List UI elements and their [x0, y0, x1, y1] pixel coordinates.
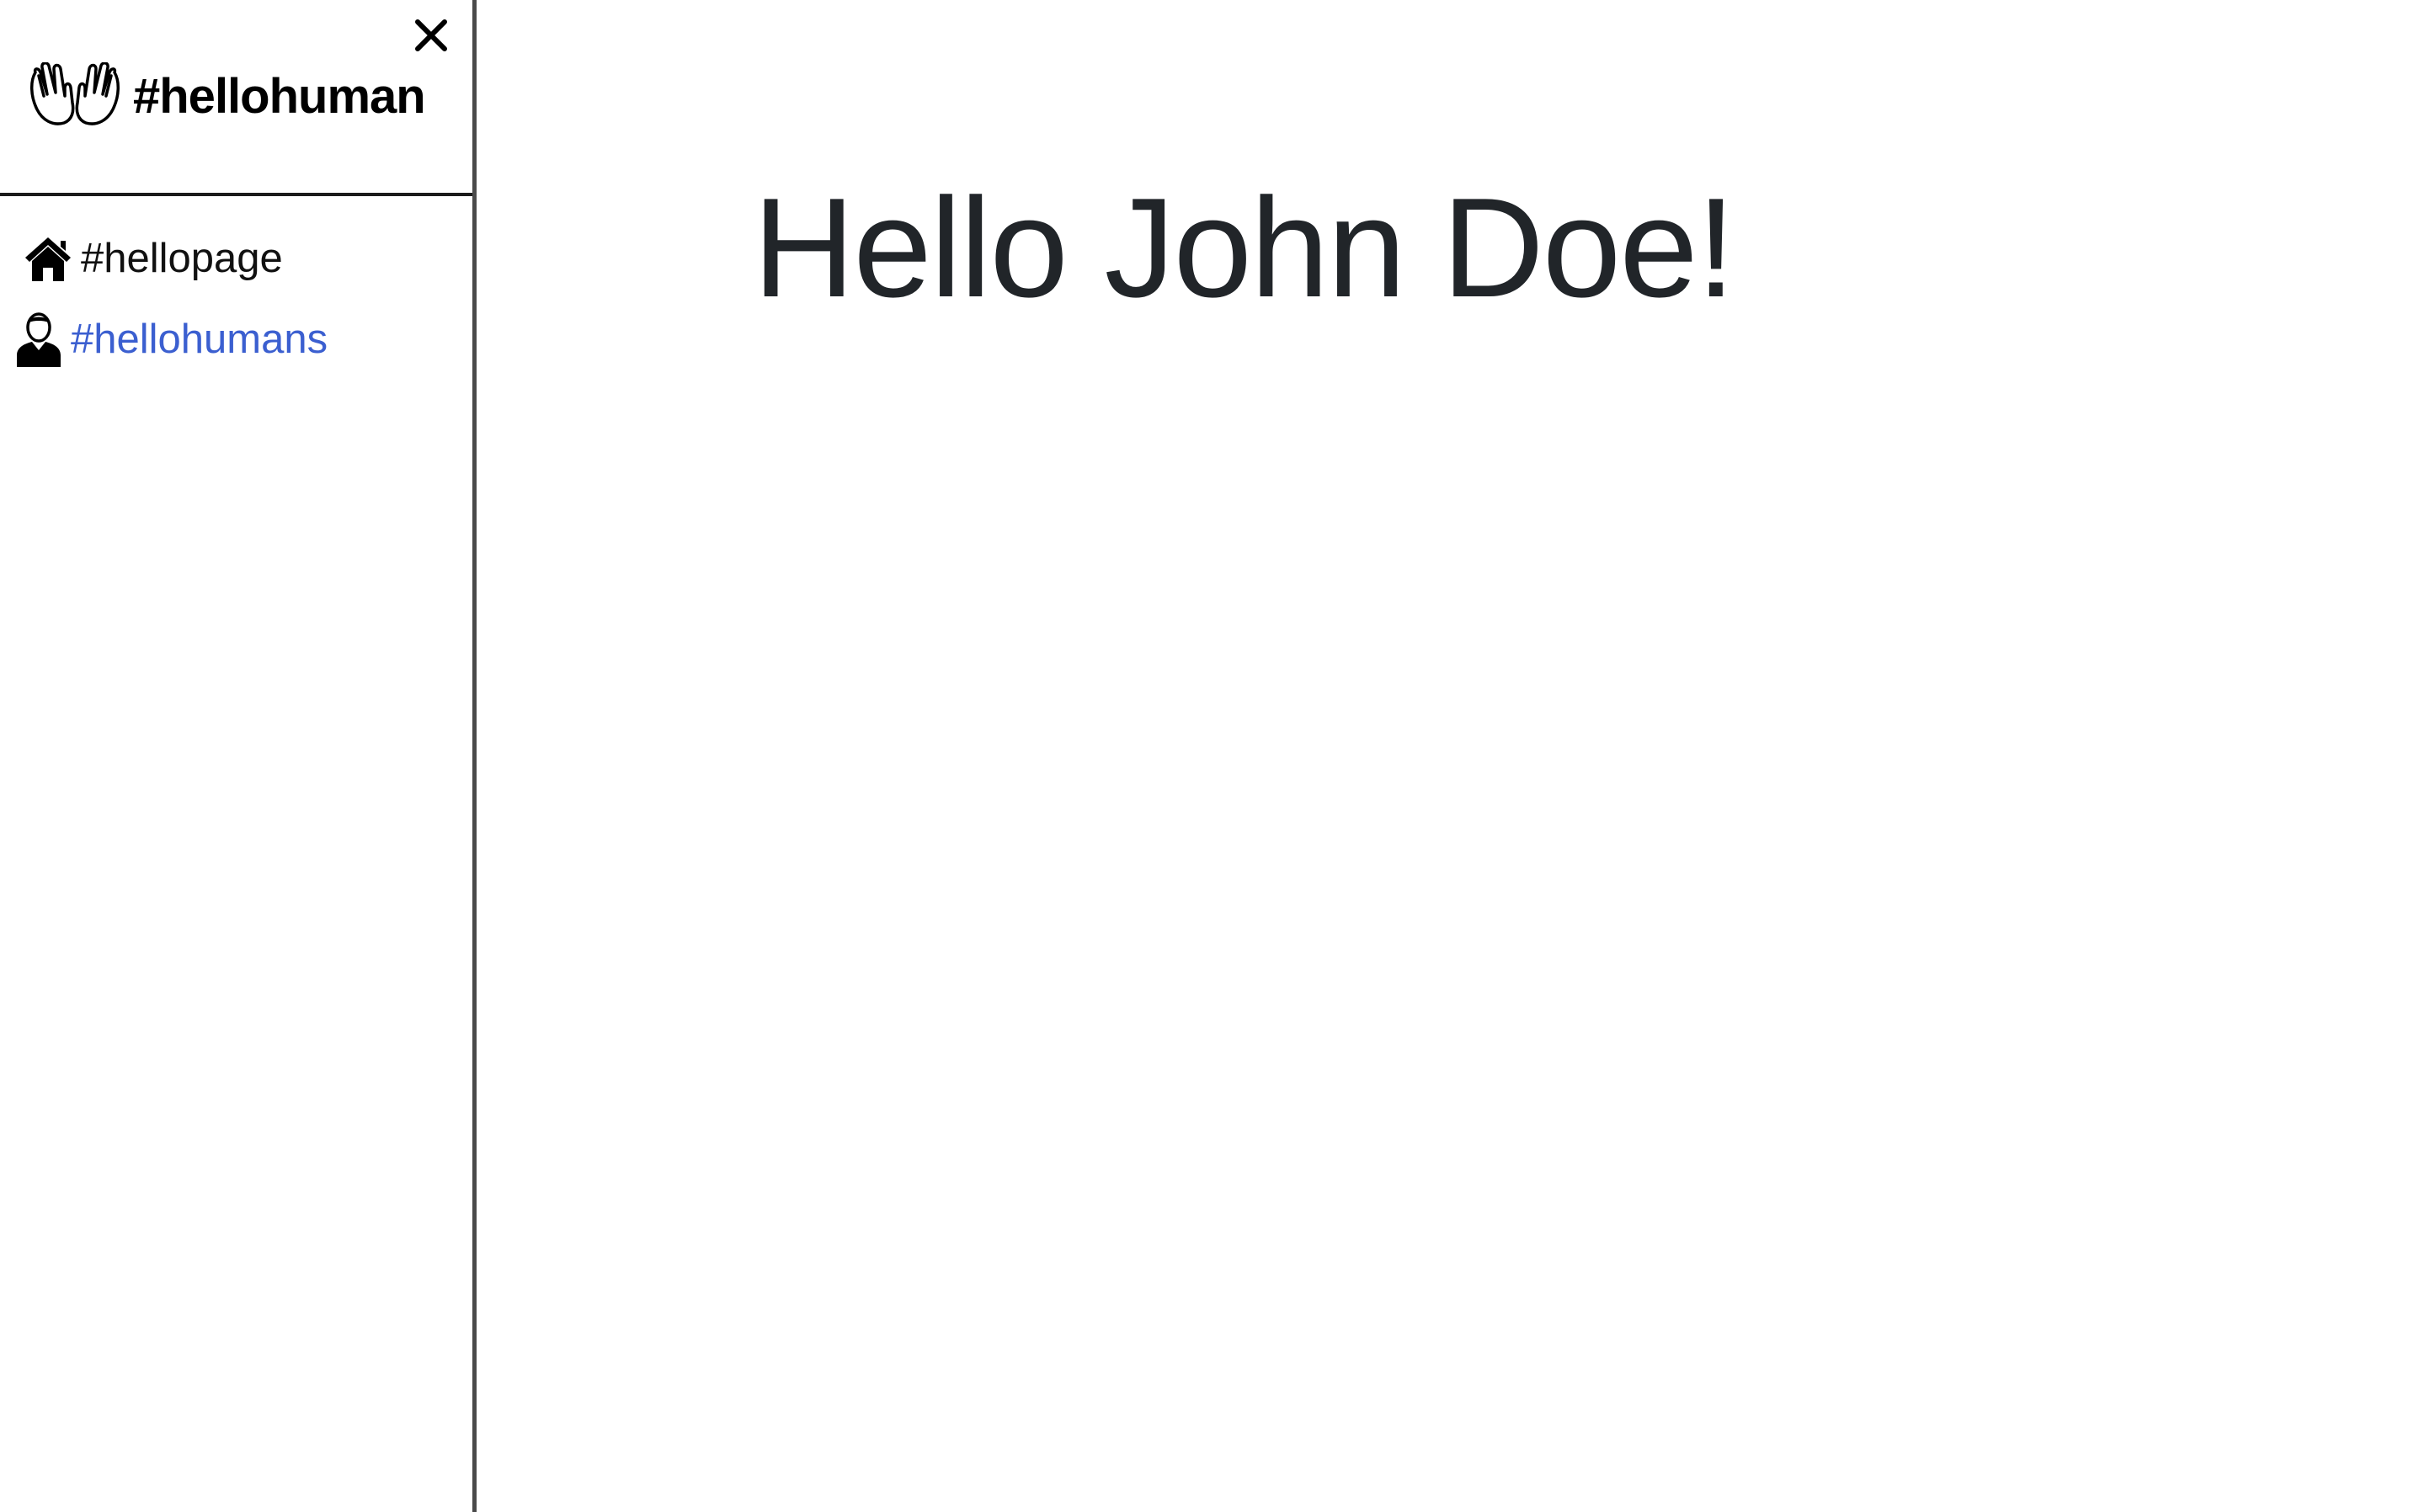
- sidebar-item-label: #hellohumans: [71, 317, 328, 362]
- sidebar-header: #hellohuman: [0, 0, 472, 196]
- sidebar: #hellohuman #hellopage #hellohumans: [0, 0, 477, 1512]
- brand-name: #hellohuman: [133, 68, 426, 124]
- home-icon: [25, 237, 71, 281]
- close-icon: [415, 19, 447, 51]
- brand[interactable]: #hellohuman: [27, 62, 426, 130]
- app-window: #hellohuman #hellopage #hellohumans Hell…: [0, 0, 2425, 1512]
- main-content: Hello John Doe!: [477, 0, 2425, 1512]
- sidebar-item-hellohumans[interactable]: #hellohumans: [15, 310, 328, 369]
- sidebar-item-hellopage[interactable]: #hellopage: [24, 229, 283, 288]
- waving-hands-icon: [27, 62, 123, 130]
- user-icon: [17, 312, 61, 367]
- sidebar-item-label: #hellopage: [81, 236, 283, 281]
- close-sidebar-button[interactable]: [411, 15, 451, 56]
- page-title: Hello John Doe!: [753, 168, 1735, 327]
